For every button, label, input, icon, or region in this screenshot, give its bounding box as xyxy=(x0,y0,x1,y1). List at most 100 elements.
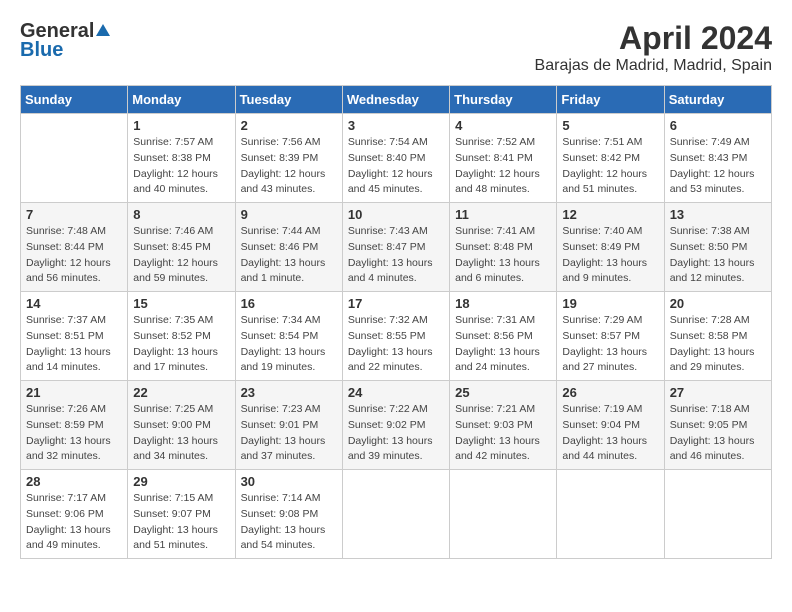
calendar-cell: 21 Sunrise: 7:26 AMSunset: 8:59 PMDayligh… xyxy=(21,381,128,470)
calendar-cell: 15 Sunrise: 7:35 AMSunset: 8:52 PMDayligh… xyxy=(128,292,235,381)
day-info: Sunrise: 7:21 AMSunset: 9:03 PMDaylight:… xyxy=(455,402,551,465)
calendar-cell xyxy=(557,470,664,559)
day-header-wednesday: Wednesday xyxy=(342,86,449,114)
calendar-cell: 23 Sunrise: 7:23 AMSunset: 9:01 PMDayligh… xyxy=(235,381,342,470)
day-number: 25 xyxy=(455,385,551,400)
day-number: 17 xyxy=(348,296,444,311)
calendar-cell: 11 Sunrise: 7:41 AMSunset: 8:48 PMDayligh… xyxy=(450,203,557,292)
calendar-week-row: 21 Sunrise: 7:26 AMSunset: 8:59 PMDayligh… xyxy=(21,381,772,470)
day-number: 6 xyxy=(670,118,766,133)
day-number: 11 xyxy=(455,207,551,222)
day-header-friday: Friday xyxy=(557,86,664,114)
calendar-cell: 30 Sunrise: 7:14 AMSunset: 9:08 PMDayligh… xyxy=(235,470,342,559)
location-title: Barajas de Madrid, Madrid, Spain xyxy=(535,57,772,75)
day-number: 7 xyxy=(26,207,122,222)
day-info: Sunrise: 7:31 AMSunset: 8:56 PMDaylight:… xyxy=(455,313,551,376)
day-number: 12 xyxy=(562,207,658,222)
calendar-cell: 6 Sunrise: 7:49 AMSunset: 8:43 PMDaylight… xyxy=(664,114,771,203)
day-info: Sunrise: 7:15 AMSunset: 9:07 PMDaylight:… xyxy=(133,491,229,554)
logo-blue-text: Blue xyxy=(20,39,63,62)
calendar-cell: 5 Sunrise: 7:51 AMSunset: 8:42 PMDaylight… xyxy=(557,114,664,203)
calendar-cell: 17 Sunrise: 7:32 AMSunset: 8:55 PMDayligh… xyxy=(342,292,449,381)
calendar-header-row: SundayMondayTuesdayWednesdayThursdayFrid… xyxy=(21,86,772,114)
day-number: 24 xyxy=(348,385,444,400)
calendar-cell: 28 Sunrise: 7:17 AMSunset: 9:06 PMDayligh… xyxy=(21,470,128,559)
calendar-cell xyxy=(450,470,557,559)
day-number: 19 xyxy=(562,296,658,311)
calendar-cell xyxy=(21,114,128,203)
calendar-cell: 8Sunrise: 7:46 AMSunset: 8:45 PMDaylight… xyxy=(128,203,235,292)
calendar-week-row: 7 Sunrise: 7:48 AMSunset: 8:44 PMDaylight… xyxy=(21,203,772,292)
calendar-cell: 12 Sunrise: 7:40 AMSunset: 8:49 PMDayligh… xyxy=(557,203,664,292)
day-info: Sunrise: 7:38 AMSunset: 8:50 PMDaylight:… xyxy=(670,224,766,287)
calendar-cell: 20 Sunrise: 7:28 AMSunset: 8:58 PMDayligh… xyxy=(664,292,771,381)
day-info: Sunrise: 7:54 AMSunset: 8:40 PMDaylight:… xyxy=(348,135,444,198)
day-info: Sunrise: 7:17 AMSunset: 9:06 PMDaylight:… xyxy=(26,491,122,554)
logo: General Blue xyxy=(20,20,110,62)
calendar-cell: 16 Sunrise: 7:34 AMSunset: 8:54 PMDayligh… xyxy=(235,292,342,381)
day-header-tuesday: Tuesday xyxy=(235,86,342,114)
day-info: Sunrise: 7:25 AMSunset: 9:00 PMDaylight:… xyxy=(133,402,229,465)
logo-triangle-icon xyxy=(96,24,110,36)
day-number: 20 xyxy=(670,296,766,311)
calendar-cell: 29 Sunrise: 7:15 AMSunset: 9:07 PMDayligh… xyxy=(128,470,235,559)
day-info: Sunrise: 7:40 AMSunset: 8:49 PMDaylight:… xyxy=(562,224,658,287)
day-number: 9 xyxy=(241,207,337,222)
day-info: Sunrise: 7:56 AMSunset: 8:39 PMDaylight:… xyxy=(241,135,337,198)
day-info: Sunrise: 7:34 AMSunset: 8:54 PMDaylight:… xyxy=(241,313,337,376)
day-number: 30 xyxy=(241,474,337,489)
calendar-cell: 9 Sunrise: 7:44 AMSunset: 8:46 PMDaylight… xyxy=(235,203,342,292)
month-title: April 2024 xyxy=(535,20,772,57)
header: General Blue April 2024 Barajas de Madri… xyxy=(20,20,772,75)
title-area: April 2024 Barajas de Madrid, Madrid, Sp… xyxy=(535,20,772,75)
calendar-cell: 13 Sunrise: 7:38 AMSunset: 8:50 PMDayligh… xyxy=(664,203,771,292)
day-info: Sunrise: 7:57 AMSunset: 8:38 PMDaylight:… xyxy=(133,135,229,198)
day-info: Sunrise: 7:14 AMSunset: 9:08 PMDaylight:… xyxy=(241,491,337,554)
calendar-cell: 4 Sunrise: 7:52 AMSunset: 8:41 PMDaylight… xyxy=(450,114,557,203)
calendar-week-row: 1 Sunrise: 7:57 AMSunset: 8:38 PMDaylight… xyxy=(21,114,772,203)
calendar-cell: 27 Sunrise: 7:18 AMSunset: 9:05 PMDayligh… xyxy=(664,381,771,470)
day-number: 5 xyxy=(562,118,658,133)
day-number: 28 xyxy=(26,474,122,489)
day-info: Sunrise: 7:44 AMSunset: 8:46 PMDaylight:… xyxy=(241,224,337,287)
day-info: Sunrise: 7:26 AMSunset: 8:59 PMDaylight:… xyxy=(26,402,122,465)
day-info: Sunrise: 7:48 AMSunset: 8:44 PMDaylight:… xyxy=(26,224,122,287)
day-number: 23 xyxy=(241,385,337,400)
calendar-cell: 2Sunrise: 7:56 AMSunset: 8:39 PMDaylight… xyxy=(235,114,342,203)
day-number: 29 xyxy=(133,474,229,489)
calendar-cell: 18 Sunrise: 7:31 AMSunset: 8:56 PMDayligh… xyxy=(450,292,557,381)
day-info: Sunrise: 7:29 AMSunset: 8:57 PMDaylight:… xyxy=(562,313,658,376)
day-info: Sunrise: 7:35 AMSunset: 8:52 PMDaylight:… xyxy=(133,313,229,376)
calendar-week-row: 28 Sunrise: 7:17 AMSunset: 9:06 PMDayligh… xyxy=(21,470,772,559)
day-info: Sunrise: 7:51 AMSunset: 8:42 PMDaylight:… xyxy=(562,135,658,198)
calendar-cell: 22Sunrise: 7:25 AMSunset: 9:00 PMDayligh… xyxy=(128,381,235,470)
day-number: 27 xyxy=(670,385,766,400)
day-info: Sunrise: 7:52 AMSunset: 8:41 PMDaylight:… xyxy=(455,135,551,198)
day-info: Sunrise: 7:28 AMSunset: 8:58 PMDaylight:… xyxy=(670,313,766,376)
day-header-thursday: Thursday xyxy=(450,86,557,114)
day-info: Sunrise: 7:22 AMSunset: 9:02 PMDaylight:… xyxy=(348,402,444,465)
day-number: 15 xyxy=(133,296,229,311)
calendar-cell xyxy=(342,470,449,559)
day-info: Sunrise: 7:23 AMSunset: 9:01 PMDaylight:… xyxy=(241,402,337,465)
calendar-cell: 7 Sunrise: 7:48 AMSunset: 8:44 PMDaylight… xyxy=(21,203,128,292)
day-number: 8 xyxy=(133,207,229,222)
calendar-cell: 14Sunrise: 7:37 AMSunset: 8:51 PMDayligh… xyxy=(21,292,128,381)
day-info: Sunrise: 7:41 AMSunset: 8:48 PMDaylight:… xyxy=(455,224,551,287)
calendar-cell: 24 Sunrise: 7:22 AMSunset: 9:02 PMDayligh… xyxy=(342,381,449,470)
day-number: 13 xyxy=(670,207,766,222)
day-number: 3 xyxy=(348,118,444,133)
day-number: 18 xyxy=(455,296,551,311)
day-number: 21 xyxy=(26,385,122,400)
day-number: 1 xyxy=(133,118,229,133)
day-number: 26 xyxy=(562,385,658,400)
day-number: 4 xyxy=(455,118,551,133)
day-info: Sunrise: 7:32 AMSunset: 8:55 PMDaylight:… xyxy=(348,313,444,376)
day-info: Sunrise: 7:18 AMSunset: 9:05 PMDaylight:… xyxy=(670,402,766,465)
day-number: 10 xyxy=(348,207,444,222)
calendar-table: SundayMondayTuesdayWednesdayThursdayFrid… xyxy=(20,85,772,559)
day-info: Sunrise: 7:49 AMSunset: 8:43 PMDaylight:… xyxy=(670,135,766,198)
calendar-cell: 25 Sunrise: 7:21 AMSunset: 9:03 PMDayligh… xyxy=(450,381,557,470)
day-number: 16 xyxy=(241,296,337,311)
day-info: Sunrise: 7:43 AMSunset: 8:47 PMDaylight:… xyxy=(348,224,444,287)
